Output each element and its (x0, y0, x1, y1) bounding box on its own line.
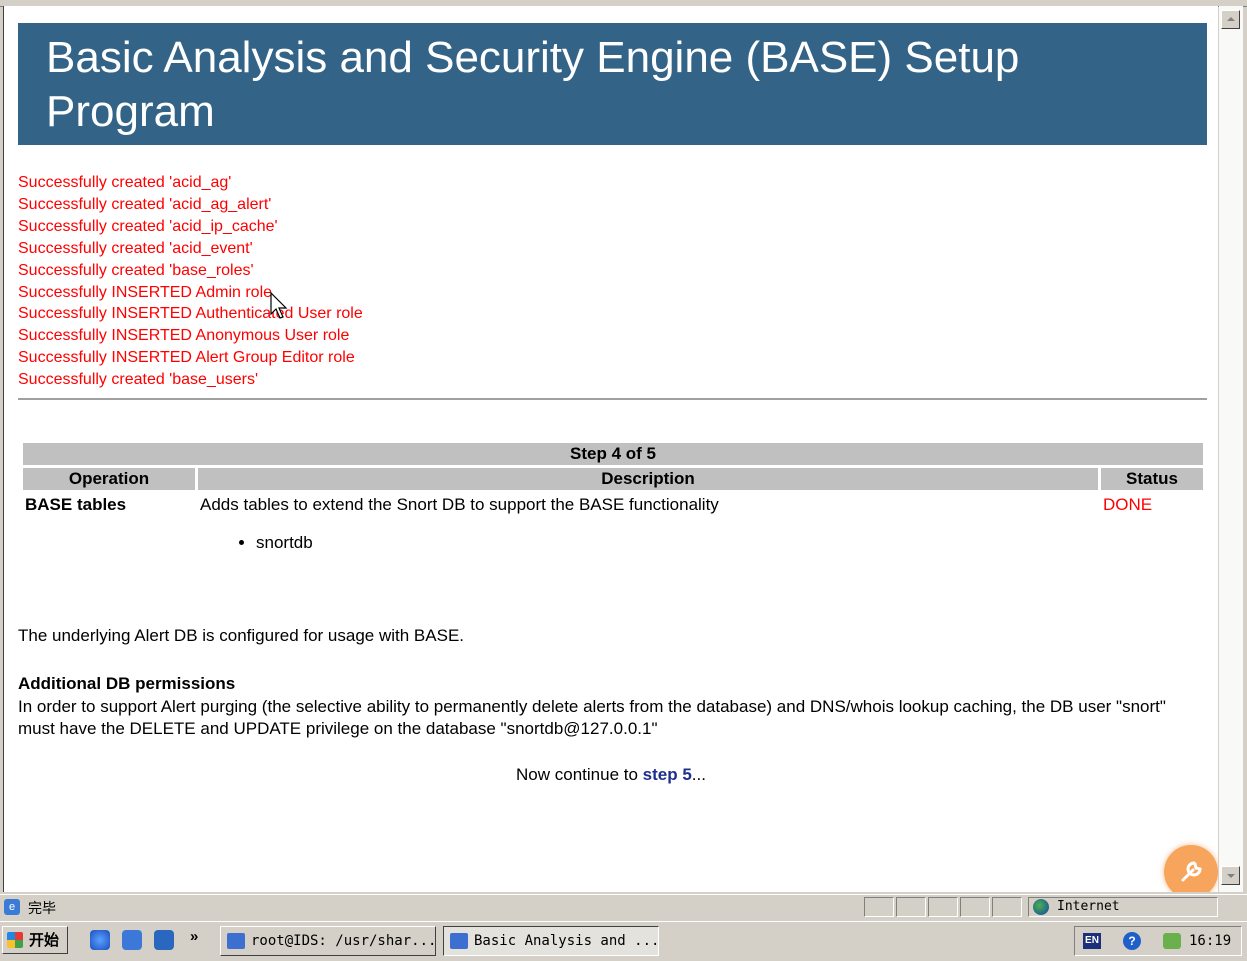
status-text: 完毕 (28, 901, 56, 917)
col-status: Status (1101, 468, 1203, 490)
status-segment (864, 897, 894, 917)
mouse-cursor-icon (270, 292, 288, 319)
page-banner: Basic Analysis and Security Engine (BASE… (18, 23, 1207, 145)
start-label: 开始 (29, 931, 60, 949)
terminal-icon (227, 933, 245, 949)
setup-messages: Successfully created 'acid_ag' Successfu… (18, 172, 363, 391)
status-segment (928, 897, 958, 917)
page-title: Basic Analysis and Security Engine (BASE… (46, 33, 1020, 136)
browser-icon (450, 933, 468, 949)
configured-text: The underlying Alert DB is configured fo… (18, 626, 465, 645)
status-segment (992, 897, 1022, 917)
message-line: Successfully INSERTED Authenticated User… (18, 305, 363, 323)
table-row: BASE tables Adds tables to extend the Sn… (23, 493, 1203, 555)
message-line: Successfully created 'acid_ip_cache' (18, 217, 278, 235)
step5-link[interactable]: step 5 (643, 765, 692, 784)
divider (18, 398, 1207, 400)
cell-operation: BASE tables (25, 495, 127, 514)
message-line: Successfully created 'acid_ag' (18, 174, 232, 191)
taskbar-item-browser[interactable]: Basic Analysis and ... (443, 926, 659, 956)
description-text: Adds tables to extend the Snort DB to su… (200, 495, 719, 514)
task-label: root@IDS: /usr/shar... (251, 933, 436, 949)
message-line: Successfully created 'acid_event' (18, 239, 253, 257)
task-label: Basic Analysis and ... (474, 933, 659, 949)
continue-suffix: ... (691, 765, 706, 784)
status-badge: DONE (1103, 495, 1153, 514)
col-operation: Operation (23, 468, 195, 490)
status-segment (896, 897, 926, 917)
status-segment (960, 897, 990, 917)
windows-logo-icon (7, 932, 23, 948)
step-table: Step 4 of 5 Operation Description Status… (20, 440, 1206, 558)
taskbar-item-terminal[interactable]: root@IDS: /usr/shar... (220, 926, 436, 956)
language-indicator[interactable]: EN (1083, 933, 1101, 949)
help-icon[interactable]: ? (1123, 932, 1141, 950)
start-button[interactable]: 开始 (2, 926, 68, 954)
continue-line: Now continue to step 5... (4, 765, 1218, 785)
page-icon: e (4, 899, 20, 915)
taskbar: 开始 » root@IDS: /usr/shar... Basic Analys… (0, 921, 1247, 961)
security-zone: Internet (1028, 897, 1218, 917)
chart-app-icon[interactable] (154, 930, 174, 950)
scroll-up-button[interactable] (1221, 10, 1240, 29)
permissions-heading: Additional DB permissions (18, 674, 236, 693)
list-item: snortdb (256, 533, 1096, 553)
network-icon[interactable] (1163, 933, 1181, 949)
message-line: Successfully created 'acid_ag_alert' (18, 195, 272, 213)
arrow-down-icon (1226, 874, 1235, 878)
message-line: Successfully INSERTED Alert Group Editor… (18, 349, 355, 367)
scroll-down-button[interactable] (1221, 866, 1240, 885)
col-description: Description (198, 468, 1098, 490)
show-desktop-icon[interactable] (122, 930, 142, 950)
database-list: snortdb (200, 533, 1096, 553)
message-line: Successfully created 'base_users' (18, 371, 259, 389)
step-label: Step 4 of 5 (23, 443, 1203, 465)
message-line: Successfully created 'base_roles' (18, 261, 254, 279)
internet-explorer-icon[interactable] (90, 930, 110, 950)
message-line: Successfully INSERTED Admin role (18, 283, 273, 301)
vertical-scrollbar[interactable] (1219, 6, 1243, 892)
tools-button[interactable] (1164, 845, 1218, 892)
browser-viewport: Basic Analysis and Security Engine (BASE… (3, 6, 1218, 892)
zone-label: Internet (1057, 899, 1120, 914)
message-line: Successfully INSERTED Anonymous User rol… (18, 327, 350, 345)
wrench-icon (1181, 861, 1202, 882)
status-bar: e 完毕 Internet (0, 894, 1247, 921)
continue-prefix: Now continue to (516, 765, 643, 784)
clock: 16:19 (1189, 933, 1232, 949)
permissions-text: In order to support Alert purging (the s… (18, 697, 1166, 738)
quicklaunch-more[interactable]: » (190, 928, 198, 945)
globe-icon (1033, 899, 1049, 915)
arrow-up-icon (1226, 17, 1235, 21)
system-tray: EN ? 16:19 (1074, 926, 1242, 956)
cell-description: Adds tables to extend the Snort DB to su… (198, 493, 1098, 555)
